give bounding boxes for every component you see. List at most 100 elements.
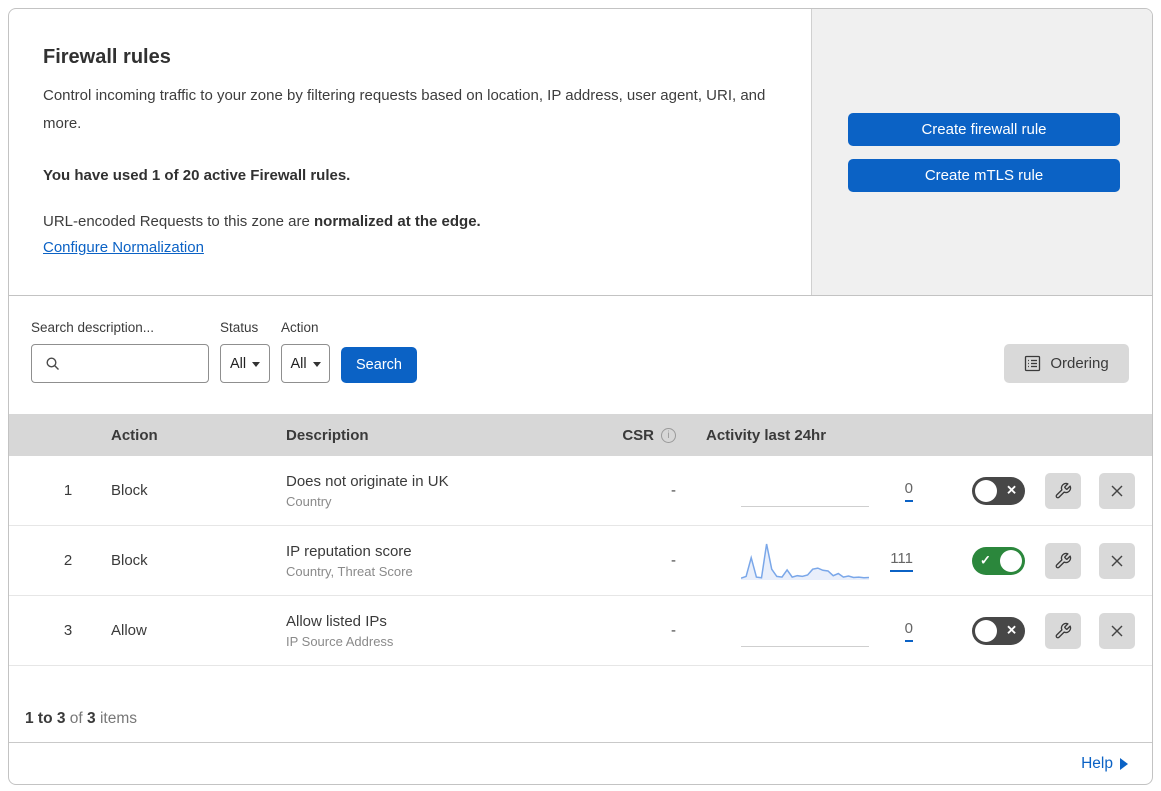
items-range: 1 to 3 <box>25 710 66 727</box>
actions-panel: Create firewall rule Create mTLS rule <box>811 9 1152 295</box>
help-bar: Help <box>9 743 1152 784</box>
column-action: Action <box>111 426 158 444</box>
toggle-cross-icon: ✕ <box>1006 482 1017 498</box>
normalization-bold: normalized at the edge. <box>314 212 481 230</box>
rule-description-cell: Does not originate in UK Country <box>286 473 586 509</box>
rule-match-fields: Country <box>286 493 332 509</box>
rule-action: Allow <box>111 622 147 639</box>
header-section: Firewall rules Control incoming traffic … <box>9 9 1152 296</box>
search-group: Search description... <box>31 320 209 383</box>
normalization-prefix: URL-encoded Requests to this zone are <box>43 212 310 230</box>
activity-count-link[interactable]: 0 <box>904 480 913 502</box>
rule-activity-cell: 0 ✓ ✕ <box>706 609 1152 653</box>
filter-bar: Search description... Status All Action … <box>9 296 1152 414</box>
help-link[interactable]: Help <box>1081 755 1128 773</box>
page-title: Firewall rules <box>43 46 171 68</box>
action-select-value: All <box>290 355 307 372</box>
ordering-button[interactable]: Ordering <box>1004 344 1129 383</box>
configure-normalization-link[interactable]: Configure Normalization <box>43 239 204 256</box>
sparkline-baseline <box>741 645 869 647</box>
close-icon <box>1111 485 1123 496</box>
column-activity: Activity last 24hr <box>706 426 827 444</box>
close-icon <box>1111 555 1123 566</box>
activity-sparkline <box>741 469 869 513</box>
activity-count-cell: 0 <box>869 480 913 502</box>
firewall-rule-row: 3 Allow Allow listed IPs IP Source Addre… <box>9 596 1152 666</box>
ordering-icon <box>1025 355 1041 372</box>
page-description: Control incoming traffic to your zone by… <box>43 87 766 132</box>
items-label: items <box>99 710 138 727</box>
rule-controls: ✓ ✕ <box>972 472 1152 509</box>
rule-priority: 1 <box>63 482 73 499</box>
create-firewall-rule-button[interactable]: Create firewall rule <box>848 112 1120 146</box>
activity-count-link[interactable]: 0 <box>904 620 913 642</box>
activity-count-link[interactable]: 111 <box>890 550 913 572</box>
rule-action: Block <box>111 482 148 499</box>
rule-description: IP reputation score <box>286 542 412 560</box>
search-label: Search description... <box>31 320 155 335</box>
rule-activity-cell: 0 ✓ ✕ <box>706 469 1152 513</box>
activity-count-cell: 111 <box>869 550 913 572</box>
edit-rule-button[interactable] <box>1045 612 1081 649</box>
items-of-label: of <box>69 710 83 727</box>
sparkline-baseline <box>741 505 869 507</box>
wrench-icon <box>1055 482 1072 498</box>
delete-rule-button[interactable] <box>1099 542 1135 579</box>
toggle-knob <box>1000 549 1022 572</box>
pagination-summary: 1 to 3 of 3 items <box>9 666 1152 743</box>
wrench-icon <box>1055 622 1072 638</box>
rule-description-cell: Allow listed IPs IP Source Address <box>286 613 586 649</box>
close-icon <box>1111 625 1123 636</box>
delete-rule-button[interactable] <box>1099 612 1135 649</box>
rule-enabled-toggle[interactable]: ✓ ✕ <box>972 616 1025 645</box>
help-arrow-icon <box>1120 758 1128 770</box>
delete-rule-button[interactable] <box>1099 472 1135 509</box>
rule-enabled-toggle[interactable]: ✓ ✕ <box>972 546 1025 575</box>
create-mtls-rule-button[interactable]: Create mTLS rule <box>848 158 1120 192</box>
edit-rule-button[interactable] <box>1045 472 1081 509</box>
status-label: Status <box>220 320 259 335</box>
ordering-button-label: Ordering <box>1050 355 1109 372</box>
action-label: Action <box>281 320 319 335</box>
rule-description: Allow listed IPs <box>286 612 387 630</box>
rule-csr: - <box>671 622 676 639</box>
rule-match-fields: IP Source Address <box>286 633 394 649</box>
help-link-label: Help <box>1081 754 1113 772</box>
normalization-line: URL-encoded Requests to this zone are no… <box>43 213 781 230</box>
info-icon[interactable]: i <box>661 427 676 443</box>
status-select-value: All <box>229 355 247 372</box>
table-header: Action Description CSR i Activity last 2… <box>9 414 1152 456</box>
chevron-down-icon <box>252 362 261 367</box>
column-csr-label: CSR <box>622 426 654 444</box>
rule-description: Does not originate in UK <box>286 472 449 490</box>
search-box[interactable] <box>31 344 209 383</box>
column-csr: CSR i <box>586 427 676 444</box>
rule-description-cell: IP reputation score Country, Threat Scor… <box>286 543 586 579</box>
action-select[interactable]: All <box>281 344 330 383</box>
rule-priority: 2 <box>63 552 73 569</box>
rule-match-fields: Country, Threat Score <box>286 563 413 579</box>
toggle-knob <box>975 479 997 502</box>
usage-text: You have used 1 of 20 active Firewall ru… <box>43 166 351 184</box>
sparkline-chart <box>741 543 869 580</box>
rule-controls: ✓ ✕ <box>972 542 1152 579</box>
status-group: Status All <box>220 320 270 383</box>
search-button[interactable]: Search <box>341 347 417 383</box>
rule-activity-cell: 111 ✓ ✕ <box>706 539 1152 583</box>
activity-sparkline <box>741 609 869 653</box>
rule-action: Block <box>111 552 148 569</box>
firewall-rules-card: Firewall rules Control incoming traffic … <box>8 8 1153 785</box>
rule-enabled-toggle[interactable]: ✓ ✕ <box>972 476 1025 505</box>
activity-count-cell: 0 <box>869 620 913 642</box>
action-group: Action All <box>281 320 330 383</box>
status-select[interactable]: All <box>220 344 270 383</box>
edit-rule-button[interactable] <box>1045 542 1081 579</box>
toggle-knob <box>975 619 997 642</box>
search-input[interactable] <box>69 355 198 372</box>
header-content: Firewall rules Control incoming traffic … <box>9 9 811 295</box>
items-total: 3 <box>87 710 96 727</box>
toggle-check-icon: ✓ <box>980 552 991 568</box>
rule-csr: - <box>671 552 676 569</box>
rule-priority: 3 <box>63 622 73 639</box>
search-icon <box>46 356 59 370</box>
